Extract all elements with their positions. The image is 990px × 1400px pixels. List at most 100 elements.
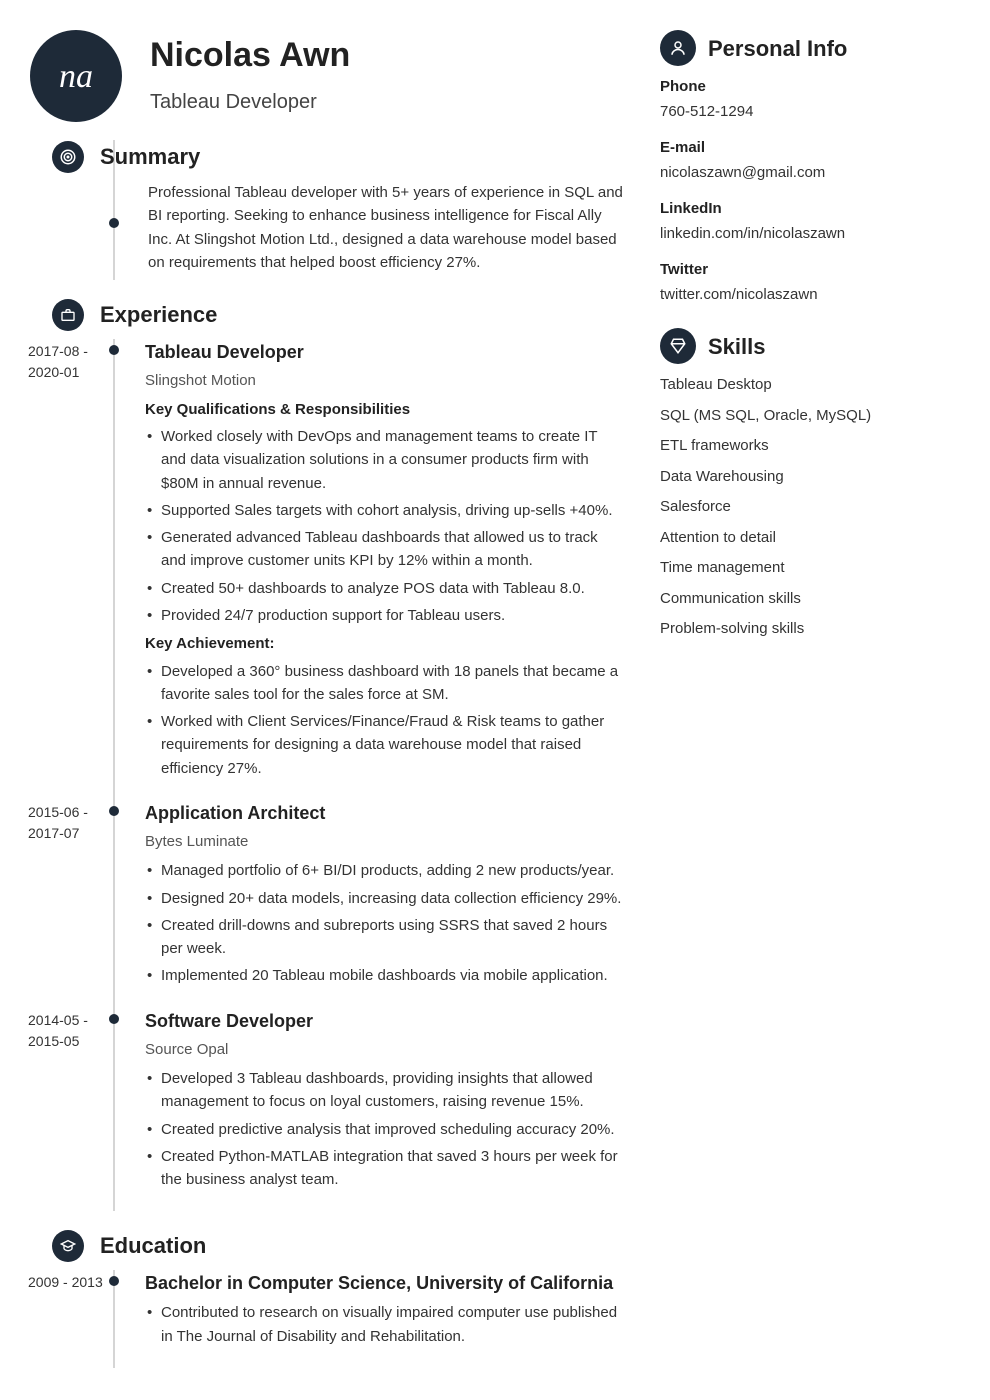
person-title: Tableau Developer: [150, 87, 350, 117]
skills-section: Skills Tableau Desktop SQL (MS SQL, Oracl…: [660, 328, 960, 641]
info-label: E-mail: [660, 137, 960, 160]
entry-dates: 2014-05 - 2015-05: [28, 1008, 113, 1212]
section-header-summary: Summary: [100, 140, 645, 173]
entry-body: Software Developer Source Opal Developed 3…: [145, 1008, 645, 1212]
entry-body: Tableau Developer Slingshot Motion Key Qua…: [145, 339, 645, 800]
info-value: twitter.com/nicolaszawn: [660, 284, 960, 307]
info-label: Phone: [660, 76, 960, 99]
education-section: Education 2009 - 2013Bachelor in Compute…: [0, 1229, 645, 1368]
skill-item: Communication skills: [660, 588, 960, 611]
skill-item: Tableau Desktop: [660, 374, 960, 397]
bullet-list: Worked closely with DevOps and managemen…: [145, 425, 625, 627]
header: na Nicolas Awn Tableau Developer: [0, 30, 645, 122]
bullet-item: Managed portfolio of 6+ BI/DI products, …: [145, 859, 625, 882]
bullet-list: Managed portfolio of 6+ BI/DI products, …: [145, 859, 625, 987]
bullet-item: Provided 24/7 production support for Tab…: [145, 604, 625, 627]
skill-item: Attention to detail: [660, 527, 960, 550]
company-name: Source Opal: [145, 1039, 625, 1062]
bullet-item: Generated advanced Tableau dashboards th…: [145, 526, 625, 573]
avatar: na: [30, 30, 122, 122]
bullet-item: Developed 3 Tableau dashboards, providin…: [145, 1067, 625, 1114]
skill-item: Salesforce: [660, 496, 960, 519]
degree-title: Bachelor in Computer Science, University…: [145, 1270, 625, 1297]
briefcase-icon: [52, 299, 84, 331]
info-item: Twittertwitter.com/nicolaszawn: [660, 259, 960, 306]
bullet-item: Created 50+ dashboards to analyze POS da…: [145, 577, 625, 600]
bullet-item: Implemented 20 Tableau mobile dashboards…: [145, 964, 625, 987]
entry-body: Bachelor in Computer Science, University…: [145, 1270, 645, 1368]
company-name: Slingshot Motion: [145, 370, 625, 393]
experience-entry: 2017-08 - 2020-01 Tableau Developer Slings…: [28, 339, 645, 800]
bullet-item: Created predictive analysis that improve…: [145, 1118, 625, 1141]
bullet-list: Developed a 360° business dashboard with…: [145, 660, 625, 780]
timeline-line: [113, 800, 115, 1008]
bullet-item: Worked closely with DevOps and managemen…: [145, 425, 625, 495]
timeline-line: [113, 339, 115, 800]
info-value: 760-512-1294: [660, 101, 960, 124]
subheading: Key Achievement:: [145, 633, 625, 656]
main-column: na Nicolas Awn Tableau Developer Summary…: [0, 30, 645, 1368]
timeline-dot: [109, 218, 119, 228]
graduation-icon: [52, 1230, 84, 1262]
sidebar-header-skills: Skills: [660, 328, 960, 364]
bullet-item: Created Python-MATLAB integration that s…: [145, 1145, 625, 1192]
education-entry: 2009 - 2013Bachelor in Computer Science,…: [28, 1270, 645, 1368]
summary-text: Professional Tableau developer with 5+ y…: [148, 181, 645, 280]
timeline-dot: [109, 806, 119, 816]
experience-section: Experience 2017-08 - 2020-01 Tableau Deve…: [0, 298, 645, 1211]
resume-page: na Nicolas Awn Tableau Developer Summary…: [0, 30, 960, 1368]
section-header-experience: Experience: [100, 298, 645, 331]
skill-item: Time management: [660, 557, 960, 580]
subheading: Key Qualifications & Responsibilities: [145, 399, 625, 422]
company-name: Bytes Luminate: [145, 831, 625, 854]
entry-dates: 2017-08 - 2020-01: [28, 339, 113, 800]
bullet-item: Supported Sales targets with cohort anal…: [145, 499, 625, 522]
info-label: LinkedIn: [660, 198, 960, 221]
experience-entry: 2014-05 - 2015-05 Software Developer Sourc…: [28, 1008, 645, 1212]
timeline-dot: [109, 1014, 119, 1024]
bullet-list: Developed 3 Tableau dashboards, providin…: [145, 1067, 625, 1191]
entry-dates: 2015-06 - 2017-07: [28, 800, 113, 1008]
timeline-dot: [109, 345, 119, 355]
diamond-icon: [660, 328, 696, 364]
skill-item: Problem-solving skills: [660, 618, 960, 641]
summary-section: Summary Professional Tableau developer w…: [0, 140, 645, 280]
bullet-item: Designed 20+ data models, increasing dat…: [145, 887, 625, 910]
skill-item: SQL (MS SQL, Oracle, MySQL): [660, 405, 960, 428]
info-value: linkedin.com/in/nicolaszawn: [660, 223, 960, 246]
info-item: Phone760-512-1294: [660, 76, 960, 123]
bullet-list: Contributed to research on visually impa…: [145, 1301, 625, 1348]
timeline-line: [113, 1008, 115, 1212]
education-list: 2009 - 2013Bachelor in Computer Science,…: [0, 1270, 645, 1368]
bullet-item: Developed a 360° business dashboard with…: [145, 660, 625, 707]
skill-item: ETL frameworks: [660, 435, 960, 458]
section-header-education: Education: [100, 1229, 645, 1262]
section-title: Experience: [100, 298, 217, 331]
job-title: Tableau Developer: [145, 339, 625, 366]
skills-list: Tableau Desktop SQL (MS SQL, Oracle, MySQ…: [660, 374, 960, 641]
skill-item: Data Warehousing: [660, 466, 960, 489]
bullet-item: Contributed to research on visually impa…: [145, 1301, 625, 1348]
person-icon: [660, 30, 696, 66]
job-title: Software Developer: [145, 1008, 625, 1035]
section-title: Education: [100, 1229, 206, 1262]
personal-info-section: Personal Info Phone760-512-1294 E-mailnic…: [660, 30, 960, 306]
job-title: Application Architect: [145, 800, 625, 827]
timeline-line: [113, 1270, 115, 1368]
experience-entry: 2015-06 - 2017-07 Application Architect By…: [28, 800, 645, 1008]
target-icon: [52, 141, 84, 173]
sidebar-header-personal: Personal Info: [660, 30, 960, 66]
info-list: Phone760-512-1294 E-mailnicolaszawn@gmail…: [660, 76, 960, 306]
section-title: Summary: [100, 140, 200, 173]
entry-body: Application Architect Bytes Luminate Manag…: [145, 800, 645, 1008]
info-label: Twitter: [660, 259, 960, 282]
bullet-item: Created drill-downs and subreports using…: [145, 914, 625, 961]
person-name: Nicolas Awn: [150, 30, 350, 81]
timeline-dot: [109, 1276, 119, 1286]
experience-list: 2017-08 - 2020-01 Tableau Developer Slings…: [0, 339, 645, 1211]
sidebar-title: Personal Info: [708, 32, 847, 65]
info-item: E-mailnicolaszawn@gmail.com: [660, 137, 960, 184]
info-item: LinkedInlinkedin.com/in/nicolaszawn: [660, 198, 960, 245]
sidebar: Personal Info Phone760-512-1294 E-mailnic…: [645, 30, 960, 1368]
header-text: Nicolas Awn Tableau Developer: [150, 30, 350, 122]
